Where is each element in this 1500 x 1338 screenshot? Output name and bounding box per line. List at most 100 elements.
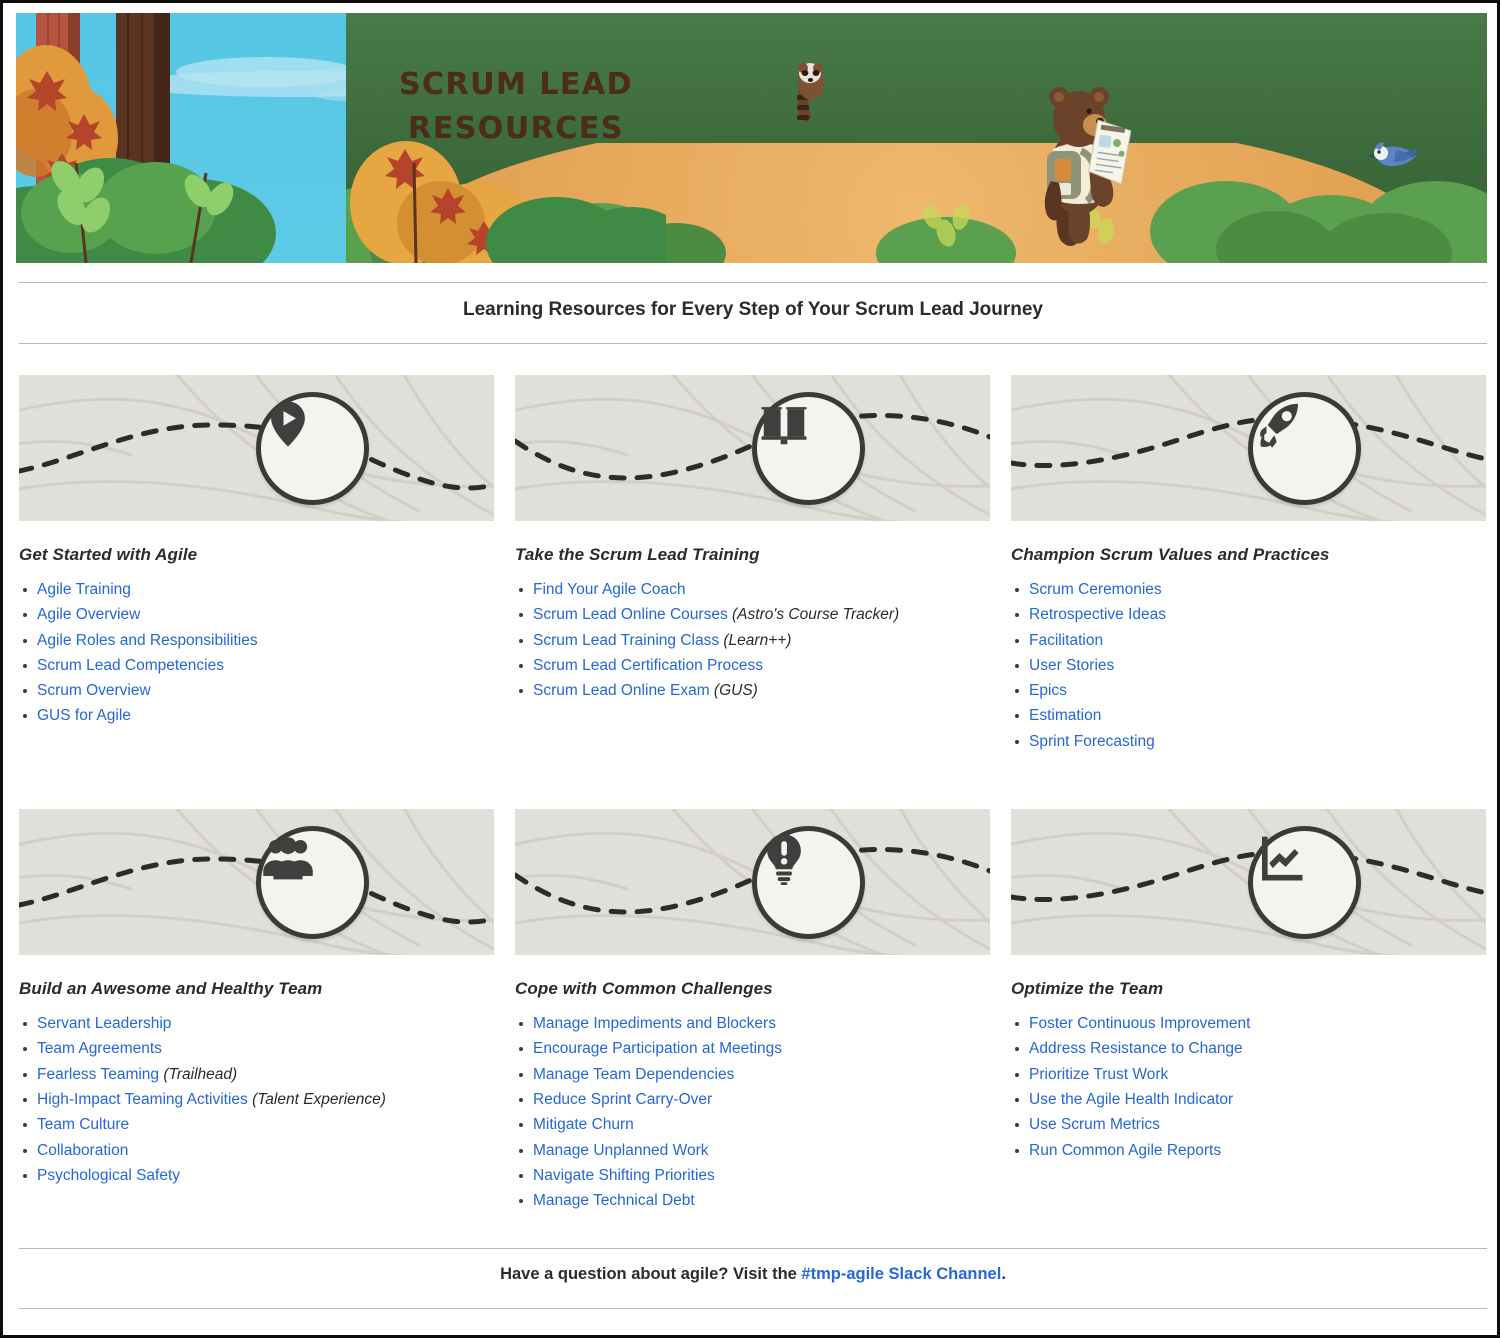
resource-link[interactable]: Collaboration: [37, 1142, 128, 1159]
bear-character: [1021, 63, 1141, 253]
resource-link[interactable]: Manage Impediments and Blockers: [533, 1015, 776, 1032]
resource-link[interactable]: Scrum Lead Certification Process: [533, 657, 763, 674]
list-item: Scrum Lead Certification Process: [515, 653, 990, 678]
list-item: Scrum Lead Online Exam (GUS): [515, 678, 990, 703]
resource-link[interactable]: Scrum Lead Training Class: [533, 632, 719, 649]
card-title: Take the Scrum Lead Training: [515, 545, 760, 564]
resource-link[interactable]: Mitigate Churn: [533, 1116, 634, 1133]
list-item: Prioritize Trust Work: [1011, 1062, 1486, 1087]
resource-link[interactable]: Find Your Agile Coach: [533, 581, 686, 598]
divider-under-title: [19, 343, 1487, 344]
list-item: Manage Team Dependencies: [515, 1062, 990, 1087]
resource-grid: Get Started with Agile Agile Training Agil…: [19, 375, 1487, 1213]
resource-link[interactable]: Psychological Safety: [37, 1167, 180, 1184]
list-item: Run Common Agile Reports: [1011, 1138, 1486, 1163]
resource-link[interactable]: Servant Leadership: [37, 1015, 171, 1032]
resource-link-note: (Learn++): [719, 631, 792, 649]
resource-link[interactable]: Foster Continuous Improvement: [1029, 1015, 1250, 1032]
list-item: Manage Impediments and Blockers: [515, 1011, 990, 1036]
resource-link[interactable]: Epics: [1029, 682, 1067, 699]
list-item: User Stories: [1011, 653, 1486, 678]
list-item: Manage Unplanned Work: [515, 1138, 990, 1163]
list-item: Mitigate Churn: [515, 1112, 990, 1137]
list-item: Scrum Ceremonies: [1011, 577, 1486, 602]
rocket-icon-glyph: [1260, 403, 1298, 448]
resource-link[interactable]: Manage Team Dependencies: [533, 1066, 734, 1083]
resource-card: Cope with Common Challenges Manage Impedi…: [515, 809, 990, 1213]
resource-card: Optimize the Team Foster Continuous Impro…: [1011, 809, 1486, 1213]
resource-link[interactable]: Manage Unplanned Work: [533, 1142, 709, 1159]
resource-link[interactable]: Scrum Overview: [37, 682, 151, 699]
list-item: Reduce Sprint Carry-Over: [515, 1087, 990, 1112]
resource-link[interactable]: Scrum Lead Online Courses: [533, 606, 728, 623]
list-item: Agile Roles and Responsibilities: [19, 628, 494, 653]
list-item: Foster Continuous Improvement: [1011, 1011, 1486, 1036]
list-item: Navigate Shifting Priorities: [515, 1163, 990, 1188]
raccoon-character: [791, 61, 831, 123]
resource-link[interactable]: Manage Technical Debt: [533, 1192, 695, 1209]
card-title: Champion Scrum Values and Practices: [1011, 545, 1330, 564]
slack-channel-link[interactable]: #tmp-agile Slack Channel: [801, 1265, 1001, 1283]
resource-link[interactable]: Reduce Sprint Carry-Over: [533, 1091, 712, 1108]
resource-link[interactable]: Facilitation: [1029, 632, 1103, 649]
resource-link[interactable]: Encourage Participation at Meetings: [533, 1040, 782, 1057]
list-item: Scrum Lead Competencies: [19, 653, 494, 678]
list-item: Facilitation: [1011, 628, 1486, 653]
list-item: Find Your Agile Coach: [515, 577, 990, 602]
divider-top: [19, 282, 1487, 283]
card-illustration-band: [19, 375, 494, 521]
card-link-list: Manage Impediments and Blockers Encourage…: [515, 1011, 990, 1213]
resource-link[interactable]: Agile Overview: [37, 606, 140, 623]
resource-link[interactable]: GUS for Agile: [37, 707, 131, 724]
blue-jay-svg: [1368, 142, 1418, 167]
list-item: Agile Training: [19, 577, 494, 602]
resource-link[interactable]: Sprint Forecasting: [1029, 733, 1155, 750]
resource-link[interactable]: Agile Training: [37, 581, 131, 598]
list-item: High-Impact Teaming Activities (Talent E…: [19, 1087, 494, 1112]
lightbulb-exclamation-icon-glyph: [767, 834, 801, 886]
line-chart-icon: [1248, 826, 1361, 940]
list-item: Servant Leadership: [19, 1011, 494, 1036]
resource-link[interactable]: Address Resistance to Change: [1029, 1040, 1243, 1057]
list-item: Sprint Forecasting: [1011, 729, 1486, 754]
card-title: Build an Awesome and Healthy Team: [19, 979, 323, 999]
resource-link[interactable]: Estimation: [1029, 707, 1101, 724]
resource-link[interactable]: User Stories: [1029, 657, 1114, 674]
resource-link[interactable]: Agile Roles and Responsibilities: [37, 632, 258, 649]
resource-link[interactable]: Fearless Teaming: [37, 1066, 159, 1083]
card-link-list: Agile Training Agile Overview Agile Roles …: [19, 577, 494, 729]
resource-link[interactable]: Retrospective Ideas: [1029, 606, 1166, 623]
resource-link[interactable]: Navigate Shifting Priorities: [533, 1167, 715, 1184]
resource-link[interactable]: Scrum Lead Online Exam: [533, 682, 710, 699]
list-item: Fearless Teaming (Trailhead): [19, 1062, 494, 1087]
resource-link[interactable]: Scrum Ceremonies: [1029, 581, 1162, 598]
resource-link[interactable]: Team Culture: [37, 1116, 129, 1133]
card-link-list: Foster Continuous Improvement Address Res…: [1011, 1011, 1486, 1163]
resource-link[interactable]: High-Impact Teaming Activities: [37, 1091, 248, 1108]
resource-link[interactable]: Prioritize Trust Work: [1029, 1066, 1168, 1083]
list-item: Use the Agile Health Indicator: [1011, 1087, 1486, 1112]
resource-link[interactable]: Use the Agile Health Indicator: [1029, 1091, 1233, 1108]
resource-link[interactable]: Run Common Agile Reports: [1029, 1142, 1221, 1159]
resource-link-note: (GUS): [709, 682, 758, 700]
list-item: Team Culture: [19, 1112, 494, 1137]
card-title: Optimize the Team: [1011, 979, 1164, 999]
people-group-icon: [256, 826, 369, 940]
list-item: Team Agreements: [19, 1036, 494, 1061]
blue-jay-bird: [1366, 138, 1418, 172]
resource-link-note: (Talent Experience): [247, 1090, 386, 1108]
list-item: Psychological Safety: [19, 1163, 494, 1188]
resource-card: Champion Scrum Values and Practices Scrum…: [1011, 375, 1486, 754]
card-title: Get Started with Agile: [19, 545, 198, 564]
resource-link[interactable]: Scrum Lead Competencies: [37, 657, 224, 674]
footer-prefix: Have a question about agile? Visit the: [500, 1265, 802, 1283]
banner-title-line1: SCRUM LEAD: [398, 67, 634, 102]
resource-link[interactable]: Use Scrum Metrics: [1029, 1116, 1160, 1133]
list-item: Estimation: [1011, 703, 1486, 728]
list-item: Encourage Participation at Meetings: [515, 1036, 990, 1061]
divider-footer-bottom: [19, 1308, 1487, 1309]
resources-page: SCRUM LEAD RESOURCES Learning Resources …: [0, 0, 1500, 1338]
resource-link[interactable]: Team Agreements: [37, 1040, 162, 1057]
card-illustration-band: [1011, 375, 1486, 521]
location-pin-play-icon: [256, 392, 369, 505]
